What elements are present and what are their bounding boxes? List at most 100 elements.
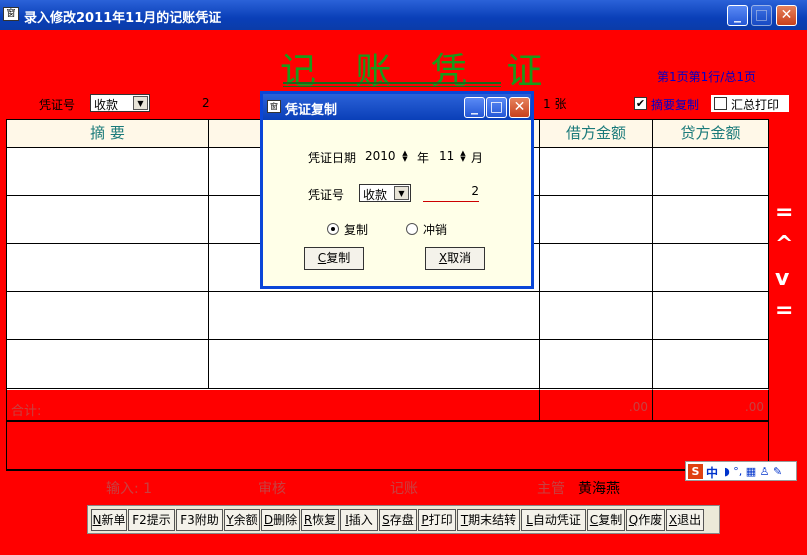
window-titlebar: 窗 录入修改2011年11月的记账凭证 _ □ ✕ — [0, 0, 807, 30]
app-icon: 窗 — [3, 7, 19, 21]
dialog-cancel-label: 取消 — [447, 251, 472, 265]
total-row: 合计: — [7, 389, 540, 421]
summary-print-label: 汇总打印 — [731, 98, 780, 112]
balance-label: 余额 — [233, 513, 258, 527]
ime-tools-icon[interactable]: ◗ °, ▦ ♙ ✎ — [724, 465, 782, 478]
voucher-number: 2 — [202, 96, 210, 110]
period-end-transfer-button[interactable]: T期末结转 — [457, 509, 520, 531]
grid-cell[interactable] — [540, 148, 653, 196]
hint-label: 提示 — [146, 513, 171, 527]
close-button[interactable]: ✕ — [776, 5, 797, 26]
ime-mode[interactable]: 中 — [706, 464, 718, 481]
new-button[interactable]: N新单 — [91, 509, 127, 531]
year-spinner[interactable]: 2010 — [365, 149, 401, 165]
void-button[interactable]: Q作废 — [626, 509, 665, 531]
print-key: P — [421, 513, 429, 527]
hint-button[interactable]: F2提示 — [128, 509, 175, 531]
save-button[interactable]: S存盘 — [379, 509, 417, 531]
grid-cell[interactable] — [653, 196, 769, 244]
copy-radio-label: 复制 — [344, 223, 369, 237]
total-credit-cell: .00 — [653, 389, 769, 421]
column-header-debit: 借方金额 — [540, 120, 653, 148]
grid-cell[interactable] — [7, 244, 209, 292]
grid-cell[interactable] — [653, 340, 769, 389]
spin-down-icon: ▼ — [460, 155, 466, 163]
dialog-close-button[interactable]: ✕ — [509, 97, 530, 118]
month-spin-buttons[interactable]: ▲ ▼ — [456, 150, 470, 164]
dialog-copy-button[interactable]: C复制 — [304, 247, 364, 270]
grid-cell[interactable] — [209, 292, 540, 340]
dialog-voucher-number-input[interactable]: 2 — [423, 184, 479, 202]
close-icon: ✕ — [513, 99, 526, 115]
delete-button[interactable]: D删除 — [261, 509, 300, 531]
exit-label: 退出 — [677, 513, 702, 527]
minimize-icon: _ — [471, 99, 478, 115]
grid-cell[interactable] — [653, 244, 769, 292]
auto-voucher-button[interactable]: L自动凭证 — [521, 509, 586, 531]
insert-button[interactable]: I插入 — [340, 509, 378, 531]
total-label: 合计: — [11, 404, 42, 419]
date-label: 凭证日期 — [308, 151, 357, 165]
dialog-maximize-button[interactable]: □ — [486, 97, 507, 118]
dialog-cancel-key: X — [438, 251, 448, 265]
year-spin-buttons[interactable]: ▲ ▼ — [398, 150, 412, 164]
command-toolbar: N新单 F2提示 F3附助 Y余额 D删除 R恢复 I插入 S存盘 P打印 T期… — [87, 505, 720, 534]
chevron-down-icon: ▼ — [133, 96, 148, 110]
period-end-label: 期末结转 — [468, 513, 517, 527]
copy-button[interactable]: C复制 — [587, 509, 625, 531]
minimize-button[interactable]: _ — [727, 5, 748, 26]
first-record-button[interactable]: = — [775, 200, 793, 225]
grid-cell[interactable] — [540, 292, 653, 340]
grid-cell[interactable] — [540, 340, 653, 389]
balance-key: Y — [226, 513, 234, 527]
reverse-radio[interactable] — [406, 223, 418, 235]
restore-button[interactable]: R恢复 — [301, 509, 339, 531]
grid-cell[interactable] — [209, 340, 540, 389]
grid-cell[interactable] — [7, 292, 209, 340]
grid-cell[interactable] — [7, 340, 209, 389]
dialog-voucher-type-value: 收款 — [363, 188, 388, 202]
year-suffix: 年 — [417, 151, 430, 165]
month-value: 11 — [439, 149, 455, 163]
grid-cell[interactable] — [7, 148, 209, 196]
summary-copy-checkbox[interactable]: ✔ — [634, 97, 647, 110]
last-record-button[interactable]: = — [775, 298, 793, 323]
month-suffix: 月 — [471, 151, 484, 165]
post-label: 记账 — [390, 481, 418, 497]
memo-area[interactable] — [7, 421, 769, 470]
balance-button[interactable]: Y余额 — [224, 509, 260, 531]
copy-key: C — [589, 513, 599, 527]
dialog-body: 凭证日期 2010 ▲ ▼ 年 11 ▲ ▼ 月 凭证号 收款 ▼ 2 复制 冲… — [263, 120, 531, 286]
auxiliary-button[interactable]: F3附助 — [176, 509, 223, 531]
month-spinner[interactable]: 11 — [439, 149, 457, 165]
dialog-titlebar: 窗 凭证复制 _ □ ✕ — [263, 94, 531, 120]
chevron-down-icon: ▼ — [394, 186, 409, 200]
attachments-count: 1 张 — [543, 97, 567, 111]
dialog-copy-label: 复制 — [326, 251, 351, 265]
dialog-cancel-button[interactable]: X取消 — [425, 247, 485, 270]
exit-button[interactable]: X退出 — [666, 509, 704, 531]
maximize-icon: □ — [489, 99, 504, 115]
dialog-voucher-type-select[interactable]: 收款 ▼ — [359, 184, 411, 202]
save-key: S — [382, 513, 390, 527]
print-button[interactable]: P打印 — [418, 509, 456, 531]
grid-cell[interactable] — [653, 292, 769, 340]
summary-print-checkbox[interactable] — [714, 97, 727, 110]
supervisor-label: 主管 — [537, 481, 565, 497]
grid-cell[interactable] — [653, 148, 769, 196]
maximize-button[interactable]: □ — [751, 5, 772, 26]
auxiliary-label: 附助 — [194, 513, 219, 527]
previous-record-button[interactable]: ^ — [775, 232, 793, 257]
void-key: Q — [628, 513, 639, 527]
ime-toolbar[interactable]: S 中 ◗ °, ▦ ♙ ✎ — [685, 461, 797, 481]
grid-cell[interactable] — [540, 244, 653, 292]
dialog-minimize-button[interactable]: _ — [464, 97, 485, 118]
title-underline-thin — [283, 86, 501, 87]
copy-radio[interactable] — [327, 223, 339, 235]
next-record-button[interactable]: v — [775, 266, 789, 291]
summary-print-option[interactable]: 汇总打印 — [711, 95, 789, 112]
voucher-type-select[interactable]: 收款 ▼ — [90, 94, 150, 112]
dialog-voucher-no-label: 凭证号 — [308, 188, 345, 202]
grid-cell[interactable] — [7, 196, 209, 244]
grid-cell[interactable] — [540, 196, 653, 244]
